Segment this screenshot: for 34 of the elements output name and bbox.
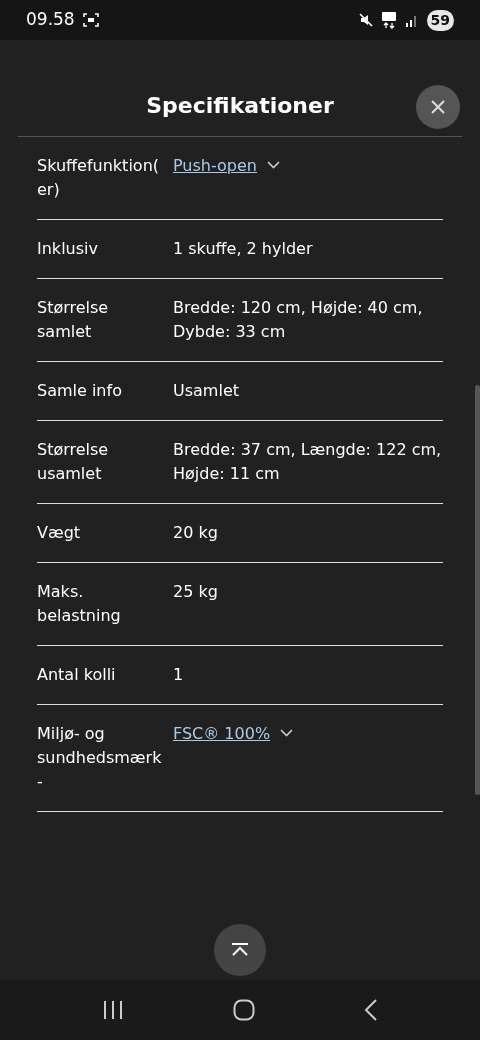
spec-label: Størrelse usamlet <box>37 439 110 485</box>
network-icon <box>380 11 397 29</box>
spec-label: Maks. belastning <box>37 581 122 627</box>
status-time: 09.58 <box>26 8 75 32</box>
spec-label: Miljø- og sundhedsmærk- <box>37 723 163 793</box>
back-icon[interactable] <box>363 999 378 1021</box>
spec-link[interactable]: Push-open <box>173 154 257 178</box>
spec-value: 20 kg <box>173 522 218 544</box>
scroll-to-top-button[interactable] <box>214 924 266 976</box>
mute-icon <box>358 13 373 27</box>
spec-label: Vægt <box>37 522 82 544</box>
spec-value: Bredde: 37 cm, Længde: 122 cm, Højde: 11 cm <box>173 439 443 485</box>
battery-level: 59 <box>426 9 454 31</box>
spec-value: 1 skuffe, 2 hylder <box>173 238 313 260</box>
spec-label: Samle info <box>37 380 123 402</box>
dialog-title: Specifikationer <box>146 91 334 120</box>
spec-value: Bredde: 120 cm, Højde: 40 cm, Dybde: 33 cm <box>173 297 424 343</box>
screenshot-icon <box>82 13 99 27</box>
spec-value: 1 <box>173 664 184 686</box>
spec-value: 25 kg <box>173 581 218 603</box>
spec-value: Usamlet <box>173 380 239 402</box>
spec-label: Størrelse samlet <box>37 297 110 343</box>
spec-link[interactable]: FSC® 100% <box>173 722 271 746</box>
signal-icon <box>404 13 419 27</box>
spec-label: Antal kolli <box>37 664 117 686</box>
home-icon[interactable] <box>233 999 255 1021</box>
scroll-top-icon <box>230 943 250 957</box>
spec-label: Inklusiv <box>37 238 99 260</box>
recent-apps-icon[interactable] <box>102 1000 125 1020</box>
close-icon <box>431 100 445 114</box>
spec-label: Skuffefunktion(er) <box>37 155 160 201</box>
chevron-down-icon[interactable] <box>280 729 294 737</box>
close-button[interactable] <box>416 85 460 129</box>
chevron-down-icon[interactable] <box>267 161 280 169</box>
